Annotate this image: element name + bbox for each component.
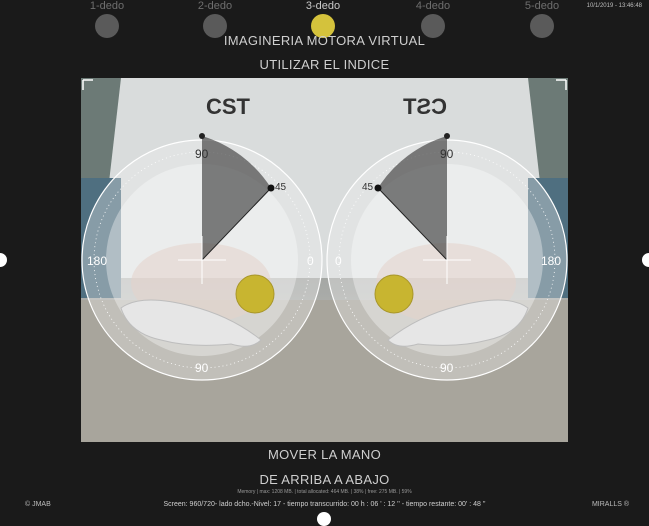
finger-label: 1-dedo <box>89 0 125 12</box>
logo-left: CST <box>206 94 251 119</box>
left-gauge-top-label: 90 <box>195 147 209 161</box>
finger-label: 4-dedo <box>415 0 451 12</box>
bottom-edge-handle[interactable] <box>317 512 331 526</box>
footer-brand: MIRALLS ® <box>591 501 629 508</box>
right-gauge-bottom-label: 90 <box>440 361 454 375</box>
left-gauge-right-label: 0 <box>307 254 314 268</box>
right-gauge-right-label: 180 <box>541 254 561 268</box>
logo-right: CST <box>402 94 447 119</box>
footer-copyright: © JMAB <box>25 501 51 508</box>
right-gauge-angle-marker: 45 <box>362 182 374 193</box>
right-gauge-top-label: 90 <box>440 147 454 161</box>
status-line: Screen: 960/720- lado dcho.-Nivel: 17 - … <box>163 501 486 508</box>
left-edge-handle[interactable] <box>0 253 7 267</box>
page-subtitle: UTILIZAR EL INDICE <box>259 57 390 72</box>
exercise-scene: CST CST 90 45 180 0 90 90 45 0 180 90 <box>81 78 568 442</box>
finger-label: 5-dedo <box>524 0 560 12</box>
page-title: IMAGINERIA MOTORA VIRTUAL <box>223 33 426 48</box>
instruction-line-2: DE ARRIBA A ABAJO <box>259 472 390 487</box>
finger-label: 3-dedo <box>305 0 341 12</box>
left-gauge-angle-marker: 45 <box>275 182 287 193</box>
finger-label: 2-dedo <box>197 0 233 12</box>
right-gauge-left-label: 0 <box>335 254 342 268</box>
left-gauge-bottom-label: 90 <box>195 361 209 375</box>
left-gauge-left-label: 180 <box>87 254 107 268</box>
timestamp: 10/1/2019 - 13:46:48 <box>586 3 642 9</box>
right-edge-handle[interactable] <box>642 253 649 267</box>
app-window: { "fingers": [ {"label": "1-dedo", "acti… <box>0 0 649 526</box>
memory-info: Memory | max: 1208 MB. | total allocated… <box>237 489 412 495</box>
scene-graphic: CST CST 90 45 180 0 90 90 45 0 180 90 <box>81 78 568 442</box>
instruction-line-1: MOVER LA MANO <box>268 447 381 462</box>
